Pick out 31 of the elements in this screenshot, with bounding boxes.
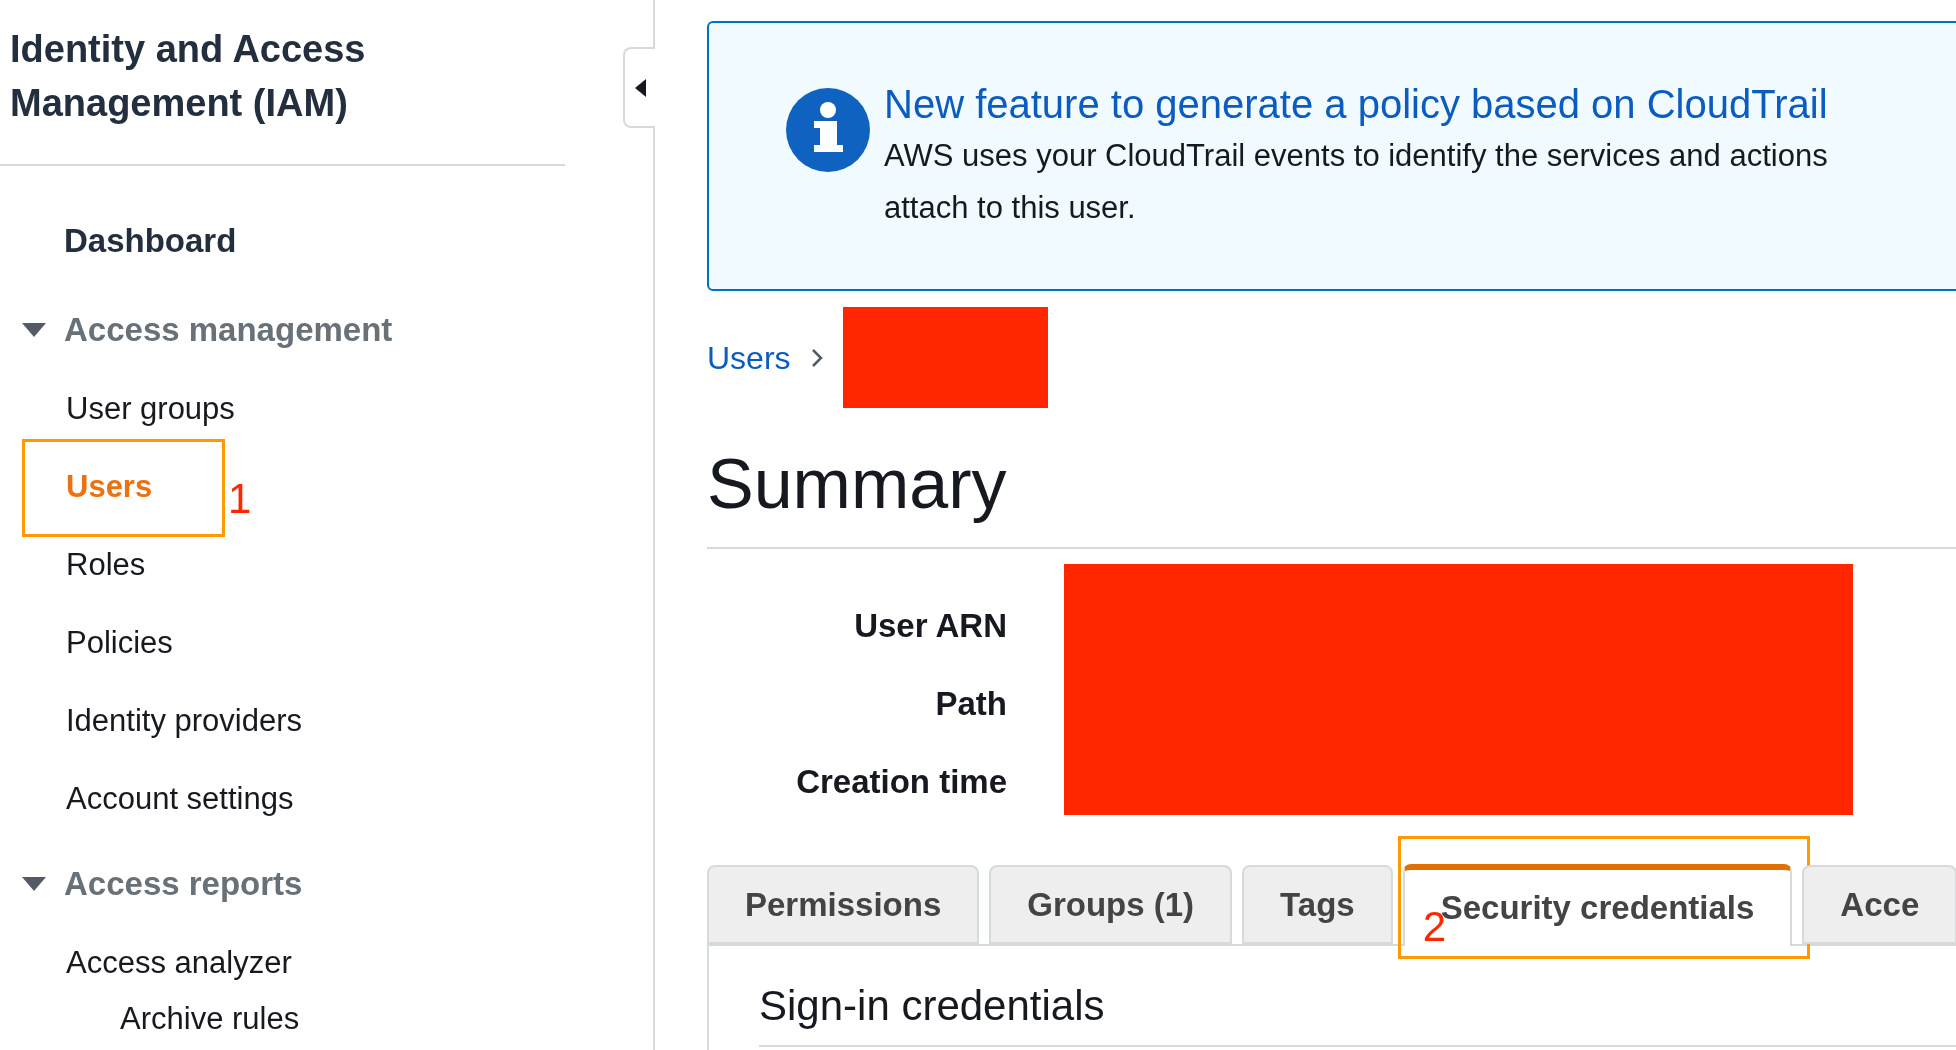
nav-link[interactable]: Account settings <box>66 760 294 838</box>
tab[interactable]: Tags <box>1242 865 1393 944</box>
caret-icon[interactable] <box>22 877 46 891</box>
tab[interactable]: Groups (1) <box>989 865 1233 944</box>
nav-link[interactable]: Policies <box>66 604 173 682</box>
nav-link[interactable]: User groups <box>66 370 235 448</box>
nav-link[interactable]: Roles <box>66 526 146 604</box>
annotation-number: 1 <box>228 478 252 520</box>
nav-link[interactable]: Dashboard <box>64 198 237 284</box>
section-title: Sign-in credentials <box>759 974 1956 1047</box>
banner-text: AWS uses your CloudTrail events to identify the services and actions attach to this user. <box>884 137 1828 227</box>
page-heading: Summary <box>707 429 1956 549</box>
field-label: Creation time <box>796 762 1007 802</box>
caret-icon[interactable] <box>22 323 46 337</box>
collapse-button[interactable] <box>623 47 655 128</box>
field-label: Path <box>935 684 1007 724</box>
caret-icon <box>634 78 646 97</box>
section-heading[interactable]: Access reports <box>64 859 303 909</box>
section-heading[interactable]: Access management <box>64 305 393 355</box>
field-label: User ARN <box>854 606 1007 646</box>
nav-link[interactable]: Identity providers <box>66 682 303 760</box>
nav-link[interactable]: Archive rules <box>120 1002 300 1036</box>
banner-title: New feature to generate a policy based on CloudTrail <box>884 81 1828 128</box>
breadcrumb-link[interactable]: Users <box>707 333 791 382</box>
sidebar-title: Identity and Access <box>10 27 366 72</box>
chevron-icon <box>810 347 823 368</box>
nav-link[interactable]: Access analyzer <box>66 924 292 1002</box>
tab[interactable]: Acce <box>1802 865 1956 944</box>
info-icon <box>786 88 870 172</box>
tab[interactable]: Permissions <box>707 865 980 944</box>
sidebar-title: Management (IAM) <box>10 81 348 126</box>
